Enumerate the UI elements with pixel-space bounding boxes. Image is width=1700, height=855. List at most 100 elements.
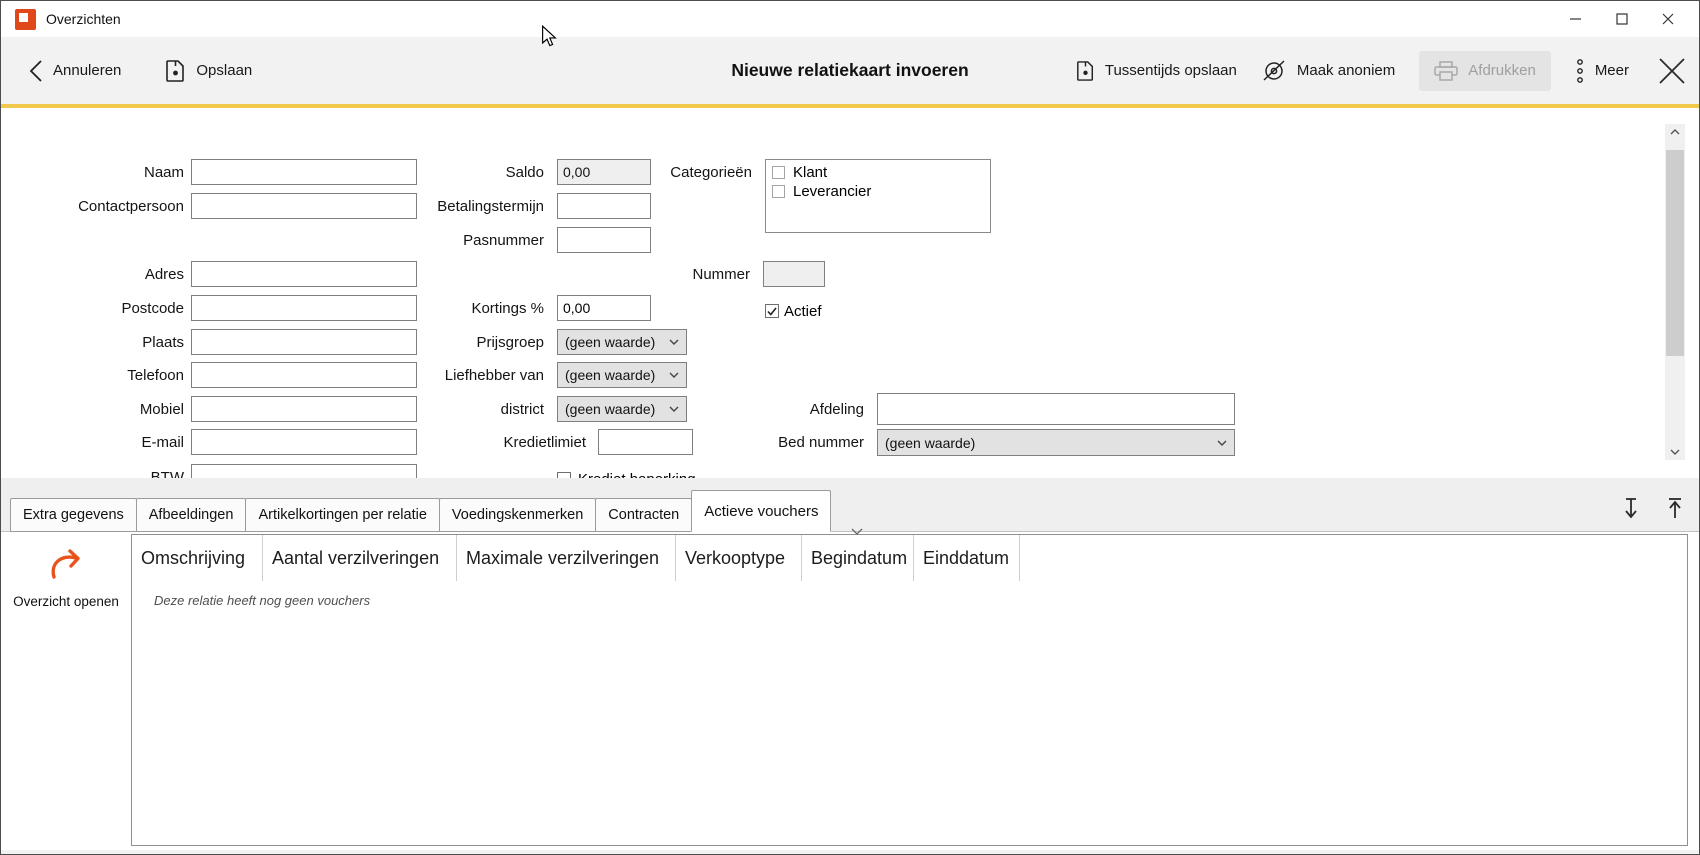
open-overview-arrow-icon — [46, 546, 86, 582]
column-maximale-verzilveringen[interactable]: Maximale verzilveringen — [457, 535, 676, 581]
mobiel-label: Mobiel — [1, 401, 191, 418]
empty-state-text: Deze relatie heeft nog geen vouchers — [154, 593, 370, 608]
btw-label: BTW — [1, 469, 191, 479]
checkbox-icon — [772, 166, 785, 179]
categorie-klant-checkbox[interactable]: Klant — [772, 163, 984, 182]
betalingstermijn-label: Betalingstermijn — [301, 198, 551, 215]
pasnummer-label: Pasnummer — [301, 232, 551, 249]
window-controls — [1553, 4, 1691, 34]
anonymize-button[interactable]: Maak anoniem — [1261, 59, 1395, 83]
contactpersoon-label: Contactpersoon — [1, 198, 191, 215]
vertical-dots-icon — [1575, 58, 1585, 84]
adres-label: Adres — [1, 266, 191, 283]
chevron-up-icon — [1670, 129, 1680, 135]
telefoon-label: Telefoon — [1, 367, 191, 384]
scroll-up-button[interactable] — [1665, 124, 1685, 140]
more-label: Meer — [1595, 62, 1629, 79]
close-window-button[interactable] — [1645, 4, 1691, 34]
column-verkooptype[interactable]: Verkooptype — [676, 535, 802, 581]
back-chevron-icon — [29, 59, 43, 83]
cancel-label: Annuleren — [53, 62, 121, 79]
tab-contracten[interactable]: Contracten — [595, 498, 692, 532]
save-icon — [1076, 60, 1095, 82]
vouchers-panel: Overzicht openen Omschrijving Aantal ver… — [1, 532, 1699, 850]
scrollbar-thumb[interactable] — [1666, 150, 1684, 356]
afdeling-input[interactable] — [877, 393, 1235, 425]
app-window: Overzichten Nieuwe relatiekaart invoeren… — [0, 0, 1700, 855]
voucher-actions: Overzicht openen — [1, 532, 131, 850]
close-form-button[interactable] — [1657, 56, 1687, 86]
titlebar: Overzichten — [1, 1, 1699, 37]
categorieen-label: Categorieën — [541, 164, 759, 181]
interim-save-label: Tussentijds opslaan — [1105, 62, 1237, 79]
kortings-input[interactable] — [557, 295, 651, 321]
chevron-down-icon — [1670, 449, 1680, 455]
prijsgroep-label: Prijsgroep — [301, 334, 551, 351]
btw-input[interactable] — [191, 464, 417, 478]
sort-indicator-icon — [850, 528, 864, 536]
column-omschrijving[interactable]: Omschrijving — [132, 535, 263, 581]
categorie-klant-label: Klant — [793, 164, 827, 181]
open-overview-label: Overzicht openen — [1, 594, 131, 609]
postcode-label: Postcode — [1, 300, 191, 317]
bed-nummer-select[interactable]: (geen waarde) — [877, 429, 1235, 456]
form-scrollbar[interactable] — [1665, 124, 1685, 460]
arrow-up-to-bar-icon — [1667, 497, 1683, 519]
chevron-down-icon — [1217, 440, 1227, 446]
printer-icon — [1434, 61, 1458, 81]
actief-checkbox[interactable]: Actief — [765, 298, 822, 324]
saldo-label: Saldo — [301, 164, 551, 181]
chevron-down-icon — [669, 372, 679, 378]
relation-form: Naam Contactpersoon Adres Postcode Plaat… — [1, 108, 1699, 478]
table-header-row: Omschrijving Aantal verzilveringen Maxim… — [132, 535, 1687, 581]
print-button[interactable]: Afdrukken — [1419, 51, 1551, 91]
bed-nummer-value: (geen waarde) — [885, 435, 975, 451]
nummer-input — [763, 261, 825, 287]
liefhebber-select[interactable]: (geen waarde) — [557, 362, 687, 388]
collapse-panel-up-button[interactable] — [1667, 497, 1683, 524]
pasnummer-input[interactable] — [557, 227, 651, 253]
tab-artikelkortingen[interactable]: Artikelkortingen per relatie — [245, 498, 439, 532]
save-label: Opslaan — [196, 62, 252, 79]
categorie-leverancier-label: Leverancier — [793, 183, 871, 200]
kredietlimiet-label: Kredietlimiet — [341, 434, 593, 451]
maximize-button[interactable] — [1599, 4, 1645, 34]
prijsgroep-select[interactable]: (geen waarde) — [557, 329, 687, 355]
krediet-beperking-label: Krediet beperking — [578, 471, 696, 479]
anonymize-label: Maak anoniem — [1297, 62, 1395, 79]
tab-actieve-vouchers[interactable]: Actieve vouchers — [691, 490, 831, 532]
expand-panel-down-button[interactable] — [1623, 497, 1639, 524]
adres-input[interactable] — [191, 261, 417, 287]
prijsgroep-value: (geen waarde) — [565, 334, 655, 350]
toolbar: Nieuwe relatiekaart invoeren Annuleren O… — [1, 37, 1699, 104]
save-icon — [165, 59, 186, 83]
checkbox-icon — [772, 185, 785, 198]
betalingstermijn-input[interactable] — [557, 193, 651, 219]
column-einddatum[interactable]: Einddatum — [914, 535, 1020, 581]
close-icon — [1657, 56, 1687, 86]
minimize-button[interactable] — [1553, 4, 1599, 34]
bottom-strip — [1, 850, 1699, 855]
print-label: Afdrukken — [1468, 62, 1536, 79]
tab-afbeeldingen[interactable]: Afbeeldingen — [136, 498, 247, 532]
open-overview-button[interactable]: Overzicht openen — [1, 532, 131, 609]
column-aantal-verzilveringen[interactable]: Aantal verzilveringen — [263, 535, 457, 581]
app-logo-icon — [15, 9, 36, 30]
eye-off-icon — [1261, 59, 1287, 83]
cancel-button[interactable]: Annuleren — [29, 59, 121, 83]
plaats-label: Plaats — [1, 334, 191, 351]
categorie-leverancier-checkbox[interactable]: Leverancier — [772, 182, 984, 201]
arrow-down-from-bar-icon — [1623, 497, 1639, 519]
categorieen-listbox[interactable]: Klant Leverancier — [765, 159, 991, 233]
afdeling-label: Afdeling — [631, 401, 871, 418]
save-button[interactable]: Opslaan — [165, 59, 252, 83]
interim-save-button[interactable]: Tussentijds opslaan — [1076, 60, 1237, 82]
tab-extra-gegevens[interactable]: Extra gegevens — [10, 498, 137, 532]
nummer-label: Nummer — [541, 266, 757, 283]
scroll-down-button[interactable] — [1665, 444, 1685, 460]
tab-voedingskenmerken[interactable]: Voedingskenmerken — [439, 498, 596, 532]
krediet-beperking-checkbox[interactable]: Krediet beperking — [557, 466, 696, 478]
window-title: Overzichten — [46, 11, 121, 27]
column-begindatum[interactable]: Begindatum — [802, 535, 914, 581]
more-button[interactable]: Meer — [1575, 58, 1629, 84]
